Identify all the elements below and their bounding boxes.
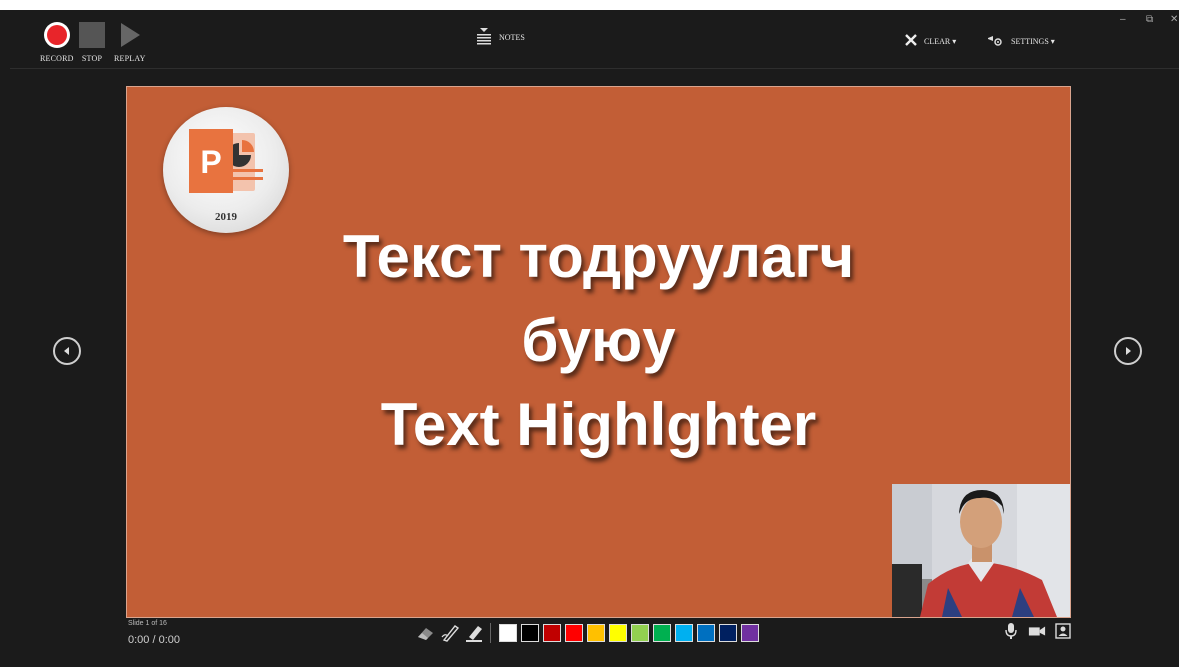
slide-title-line-2: буюу bbox=[521, 307, 676, 374]
close-button[interactable]: ✕ bbox=[1170, 14, 1178, 25]
microphone-button[interactable] bbox=[1002, 622, 1020, 640]
slide-canvas: P 2019 Текст тодруулагч буюу Text Highlg… bbox=[126, 86, 1071, 618]
highlighter-icon bbox=[466, 626, 482, 642]
notes-button[interactable]: NOTES bbox=[475, 26, 525, 48]
camera-preview-icon bbox=[1055, 623, 1071, 639]
slide-counter: Slide 1 of 16 bbox=[128, 620, 167, 627]
settings-label: SETTINGS ▾ bbox=[1011, 36, 1055, 46]
ink-color-swatch-11[interactable] bbox=[719, 624, 737, 642]
next-slide-icon bbox=[1126, 347, 1131, 355]
ink-color-swatch-3[interactable] bbox=[543, 624, 561, 642]
replay-label: REPLAY bbox=[114, 54, 146, 63]
recording-toolbar: RECORD STOP REPLAY NOTES CLEAR ▾ SETTING… bbox=[10, 10, 1179, 69]
previous-slide-button[interactable] bbox=[53, 337, 81, 365]
ink-color-swatch-8[interactable] bbox=[653, 624, 671, 642]
slide-title: Текст тодруулагч буюу Text Highlghter bbox=[127, 215, 1070, 467]
clear-button[interactable]: CLEAR ▾ bbox=[904, 33, 956, 49]
ink-color-swatch-12[interactable] bbox=[741, 624, 759, 642]
camera-button[interactable] bbox=[1028, 622, 1046, 640]
pen-button[interactable] bbox=[440, 622, 460, 644]
ink-color-swatch-6[interactable] bbox=[609, 624, 627, 642]
camera-icon bbox=[1028, 626, 1046, 636]
record-icon bbox=[43, 22, 70, 48]
ink-color-swatch-4[interactable] bbox=[565, 624, 583, 642]
record-button[interactable]: RECORD bbox=[40, 22, 74, 63]
stop-icon bbox=[79, 22, 105, 48]
ink-color-swatch-5[interactable] bbox=[587, 624, 605, 642]
camera-preview-button[interactable] bbox=[1054, 622, 1072, 640]
ink-color-swatch-9[interactable] bbox=[675, 624, 693, 642]
notes-label: NOTES bbox=[499, 32, 525, 42]
toolbar-divider bbox=[490, 623, 491, 643]
ink-color-palette bbox=[499, 624, 759, 642]
ink-color-swatch-10[interactable] bbox=[697, 624, 715, 642]
highlighter-button[interactable] bbox=[464, 622, 484, 644]
svg-text:P: P bbox=[200, 144, 221, 180]
ink-color-swatch-1[interactable] bbox=[499, 624, 517, 642]
ink-color-swatch-2[interactable] bbox=[521, 624, 539, 642]
microphone-icon bbox=[1005, 623, 1017, 639]
stop-button[interactable]: STOP bbox=[79, 22, 105, 63]
slide-title-line-3: Text Highlghter bbox=[380, 391, 817, 458]
pen-icon bbox=[441, 625, 460, 642]
ink-color-swatch-7[interactable] bbox=[631, 624, 649, 642]
settings-button[interactable]: SETTINGS ▾ bbox=[987, 33, 1055, 49]
notes-icon bbox=[475, 26, 493, 48]
previous-slide-icon bbox=[64, 347, 69, 355]
ink-tools bbox=[416, 622, 759, 644]
next-slide-button[interactable] bbox=[1114, 337, 1142, 365]
replay-button[interactable]: REPLAY bbox=[114, 22, 146, 63]
minimize-button[interactable]: – bbox=[1120, 14, 1126, 25]
stop-label: STOP bbox=[81, 54, 103, 63]
eraser-button[interactable] bbox=[416, 622, 436, 644]
settings-icon bbox=[987, 33, 1005, 49]
eraser-icon bbox=[418, 628, 433, 640]
powerpoint-icon: P bbox=[189, 129, 263, 193]
play-icon bbox=[117, 22, 143, 48]
record-label: RECORD bbox=[40, 54, 74, 63]
webcam-preview bbox=[892, 484, 1070, 617]
recording-time: 0:00 / 0:00 bbox=[128, 634, 180, 646]
window-top-frame bbox=[0, 0, 1179, 10]
restore-button[interactable]: ⧉ bbox=[1146, 14, 1153, 25]
slide-title-line-1: Текст тодруулагч bbox=[342, 223, 855, 290]
clear-label: CLEAR ▾ bbox=[924, 36, 957, 46]
media-controls bbox=[1002, 622, 1072, 640]
x-icon bbox=[904, 33, 918, 49]
